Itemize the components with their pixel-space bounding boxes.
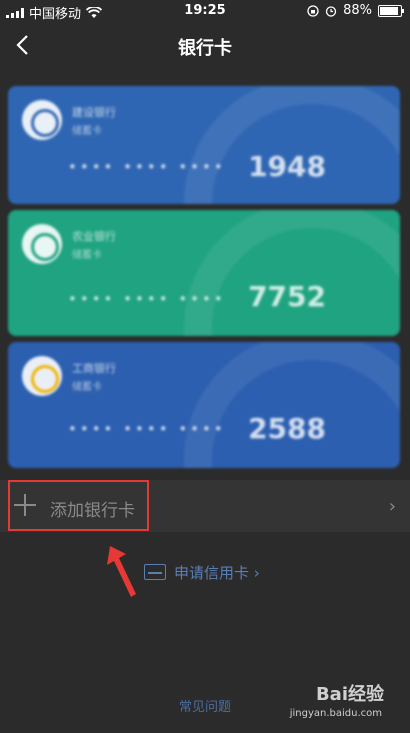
bank-card-3[interactable]: 工商银行 储蓄卡 •••• •••• •••• 2588: [8, 342, 400, 468]
card-decoration: [184, 342, 400, 468]
battery-icon: [378, 4, 404, 17]
bank-logo-icon: [22, 356, 62, 396]
bank-name: 农业银行: [72, 230, 116, 243]
apply-credit-card-link[interactable]: 申请信用卡 ›: [144, 560, 260, 584]
annotation-arrow-icon: [107, 546, 136, 597]
credit-card-icon: [144, 564, 166, 580]
card-last-digits: 1948: [248, 150, 326, 183]
battery-fill: [380, 6, 398, 15]
navigation-bar: 银行卡: [0, 22, 410, 70]
annotation-highlight-box: [8, 480, 149, 531]
status-bar: 中国移动 19:25 88%: [0, 0, 410, 22]
card-decoration: [184, 86, 400, 204]
bank-card-2[interactable]: 农业银行 储蓄卡 •••• •••• •••• 7752: [8, 210, 400, 336]
alarm-icon: [325, 5, 337, 17]
orientation-lock-icon: [307, 4, 319, 17]
chevron-right-icon: ›: [388, 496, 396, 517]
page-title: 银行卡: [178, 38, 232, 59]
bank-name: 建设银行: [72, 106, 116, 119]
bank-logo-icon: [22, 100, 62, 140]
bank-logo-icon: [22, 224, 62, 264]
battery-percent: 88%: [343, 3, 372, 18]
card-number-mask: •••• •••• ••••: [68, 290, 226, 308]
card-type: 储蓄卡: [72, 250, 102, 261]
apply-credit-card-label: 申请信用卡 ›: [174, 563, 260, 582]
card-number-mask: •••• •••• ••••: [68, 158, 226, 176]
card-decoration: [184, 210, 400, 336]
bank-card-1[interactable]: 建设银行 储蓄卡 •••• •••• •••• 1948: [8, 86, 400, 204]
card-type: 储蓄卡: [72, 126, 102, 137]
baidu-jingyan-watermark: Bai经验: [315, 684, 384, 705]
watermark-url: jingyan.baidu.com: [289, 708, 382, 719]
card-type: 储蓄卡: [72, 382, 102, 393]
card-number-mask: •••• •••• ••••: [68, 420, 226, 438]
card-last-digits: 2588: [248, 412, 326, 445]
bank-name: 工商银行: [72, 362, 116, 375]
card-last-digits: 7752: [248, 280, 326, 313]
